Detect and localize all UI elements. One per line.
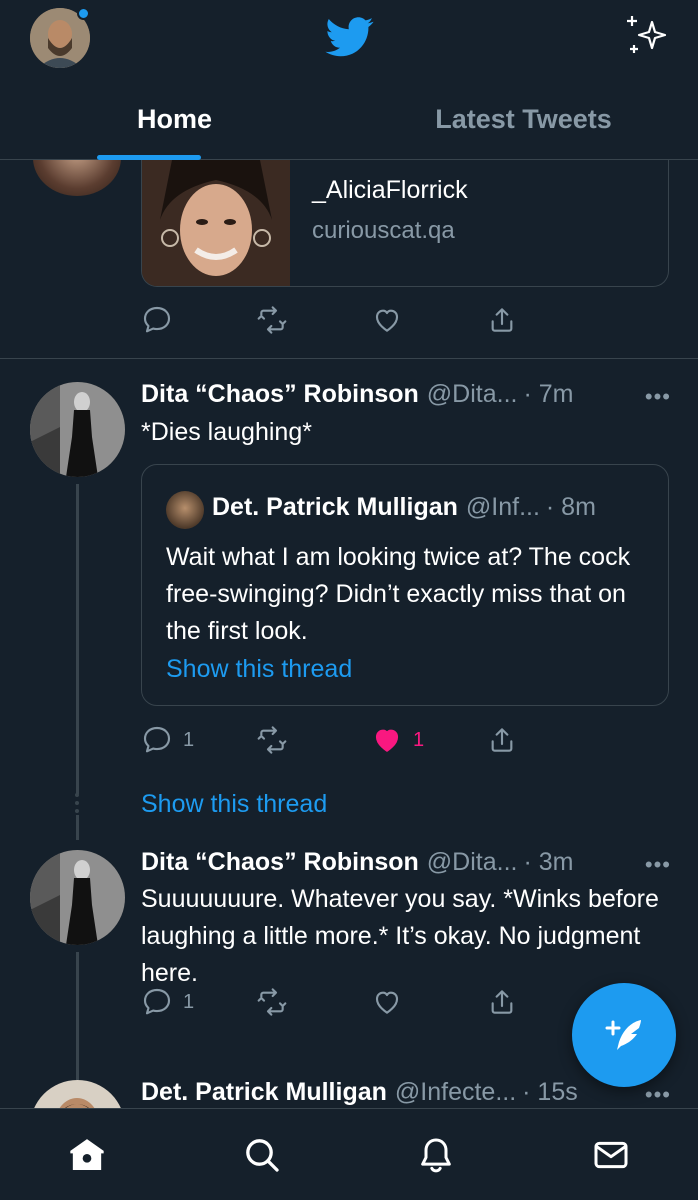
heart-icon (375, 991, 399, 1014)
tweet-header: Dita “Chaos” Robinson @Dita... · 3m ••• (141, 848, 671, 877)
reply-icon (143, 988, 171, 1015)
like-button[interactable] (371, 300, 486, 340)
tweet-actions: 1 1 (141, 720, 601, 760)
tweet-header: Det. Patrick Mulligan @Infecte... · 15s … (141, 1078, 671, 1107)
reply-count: 1 (183, 990, 195, 1013)
twitter-app: Home Latest Tweets _AliciaFlorrick curio… (0, 0, 698, 1200)
home-icon (70, 1138, 104, 1170)
link-preview-card[interactable]: _AliciaFlorrick curiouscat.qa (141, 160, 669, 287)
sparkle-icon[interactable] (622, 12, 672, 58)
author-handle[interactable]: @Infecte... (395, 1078, 516, 1107)
retweet-button[interactable] (256, 982, 371, 1022)
tweet-text: Suuuuuuure. Whatever you say. *Winks bef… (141, 885, 659, 987)
quoted-author-name: Det. Patrick Mulligan (212, 493, 458, 521)
nav-home[interactable] (57, 1125, 117, 1185)
quoted-show-thread-link[interactable]: Show this thread (166, 655, 352, 684)
search-icon (245, 1138, 279, 1172)
author-name[interactable]: Dita “Chaos” Robinson (141, 380, 419, 409)
tweet-timestamp[interactable]: · 3m (523, 848, 573, 877)
retweet-button[interactable] (256, 720, 371, 760)
like-button[interactable] (371, 982, 486, 1022)
heart-icon (375, 729, 399, 752)
link-preview-image (142, 160, 290, 286)
timeline[interactable]: _AliciaFlorrick curiouscat.qa Dita “Chao… (0, 160, 698, 1108)
timeline-tabs: Home Latest Tweets (0, 90, 698, 160)
thread-line (76, 952, 79, 1082)
compose-tweet-button[interactable] (572, 983, 676, 1087)
quoted-tweet[interactable]: Det. Patrick Mulligan @Inf... · 8m Wait … (141, 464, 669, 706)
twitter-bird-icon[interactable] (322, 12, 378, 60)
reply-icon (143, 306, 171, 333)
quoted-tweet-text: Wait what I am looking twice at? The coc… (166, 543, 631, 645)
tweet-avatar[interactable] (30, 1080, 125, 1108)
share-icon (491, 990, 513, 1014)
quoted-tweet-header: Det. Patrick Mulligan @Inf... · 8m (212, 493, 596, 522)
tweet-avatar[interactable] (30, 850, 125, 945)
reply-count: 1 (183, 728, 195, 751)
tweet-divider (0, 358, 698, 359)
thread-line (76, 484, 79, 794)
nav-notifications[interactable] (406, 1125, 466, 1185)
share-button[interactable] (486, 720, 601, 760)
share-icon (491, 728, 513, 752)
nav-messages[interactable] (581, 1125, 641, 1185)
compose-tweet-icon (605, 1020, 641, 1050)
notification-dot (77, 7, 90, 20)
active-tab-indicator (97, 155, 201, 160)
tweet-text: *Dies laughing* (141, 418, 312, 446)
retweet-button[interactable] (256, 300, 371, 340)
reply-button[interactable]: 1 (141, 720, 256, 760)
tab-latest-tweets[interactable]: Latest Tweets (349, 90, 698, 160)
tab-latest-label: Latest Tweets (435, 104, 612, 134)
share-button[interactable] (486, 300, 601, 340)
previous-tweet-avatar[interactable] (33, 160, 121, 196)
quoted-author-handle: @Inf... (465, 493, 540, 521)
tweet-header: Dita “Chaos” Robinson @Dita... · 7m ••• (141, 380, 671, 409)
messages-icon (594, 1141, 628, 1168)
reply-icon (143, 726, 171, 753)
link-card-domain: curiouscat.qa (312, 217, 455, 244)
notifications-icon (421, 1138, 452, 1172)
author-name[interactable]: Det. Patrick Mulligan (141, 1078, 387, 1107)
retweet-icon (257, 988, 287, 1016)
tweet-actions: 1 (141, 982, 601, 1022)
heart-icon (375, 309, 399, 332)
reply-button[interactable] (141, 300, 256, 340)
tweet-actions (141, 300, 601, 340)
more-options-button[interactable]: ••• (645, 1082, 671, 1108)
thread-line (76, 815, 79, 840)
more-options-button[interactable]: ••• (645, 852, 671, 878)
like-count: 1 (413, 728, 425, 751)
like-button[interactable]: 1 (371, 720, 486, 760)
share-icon (491, 308, 513, 332)
tab-home[interactable]: Home (0, 90, 349, 160)
tab-home-label: Home (136, 104, 212, 134)
author-handle[interactable]: @Dita... (427, 380, 518, 409)
tweet-timestamp[interactable]: · 7m (523, 380, 573, 409)
quoted-tweet-timestamp: · 8m (545, 493, 596, 521)
top-header: Home Latest Tweets (0, 0, 698, 160)
bottom-navigation (0, 1108, 698, 1200)
reply-button[interactable]: 1 (141, 982, 256, 1022)
nav-search[interactable] (232, 1125, 292, 1185)
retweet-icon (257, 306, 287, 334)
thread-gap-dots (75, 793, 80, 817)
quoted-author-avatar (166, 491, 204, 529)
tweet-timestamp[interactable]: · 15s (522, 1078, 578, 1107)
author-handle[interactable]: @Dita... (427, 848, 518, 877)
more-options-button[interactable]: ••• (645, 384, 671, 410)
author-name[interactable]: Dita “Chaos” Robinson (141, 848, 419, 877)
show-thread-link[interactable]: Show this thread (141, 790, 327, 819)
retweet-icon (257, 726, 287, 754)
link-card-title: _AliciaFlorrick (312, 176, 468, 204)
tweet-avatar[interactable] (30, 382, 125, 477)
